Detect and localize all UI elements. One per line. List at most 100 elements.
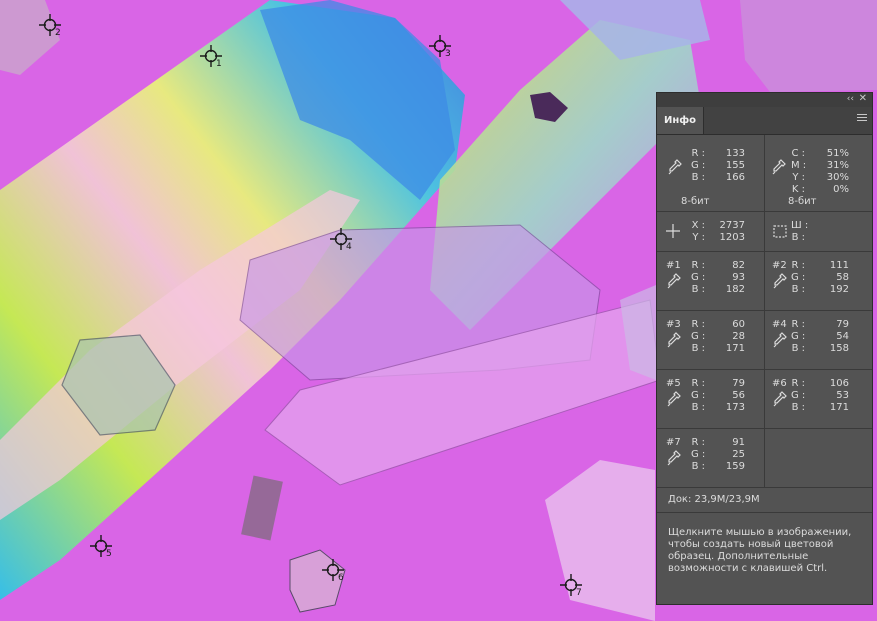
eyedropper-icon[interactable]: [772, 159, 786, 175]
value-b: 173: [725, 402, 745, 413]
info-hint: Щелкните мышью в изображении, чтобы созд…: [668, 527, 852, 574]
rgb-readout: R : 133 G : 155 B : 166 8-бит: [657, 135, 764, 211]
label-b: B :: [791, 402, 805, 413]
sampler-6-readout: #6 R : 106 G : 53 B : 171: [765, 370, 872, 428]
sampler-3-readout: #3 R : 60 G : 28 B : 171: [657, 311, 764, 369]
sampler-marker-label: 6: [338, 573, 344, 583]
label-r: R :: [691, 378, 706, 389]
eyedropper-icon[interactable]: [773, 273, 787, 289]
color-readout-section: R : 133 G : 155 B : 166 8-бит C : 51% M : 31%…: [657, 135, 872, 212]
sampler-marker-label: 2: [55, 28, 61, 38]
eyedropper-icon[interactable]: [668, 159, 682, 175]
label-g: G :: [791, 331, 806, 342]
crosshair-icon: [666, 224, 680, 238]
value-c: 51%: [826, 148, 849, 159]
sampler-marker-label: 3: [445, 49, 451, 59]
eyedropper-icon[interactable]: [773, 332, 787, 348]
position-readout: X : 2737 Y : 1203: [657, 212, 764, 251]
eyedropper-icon[interactable]: [667, 450, 681, 466]
value-b: 158: [829, 343, 849, 354]
sampler-4-readout: #4 R : 79 G : 54 B : 158: [765, 311, 872, 369]
panel-title-bar: ‹‹ ✕: [657, 93, 872, 107]
value-g: 58: [836, 272, 849, 283]
sampler-number: #4: [772, 319, 787, 330]
panel-menu-icon[interactable]: [857, 114, 867, 124]
value-b: 171: [829, 402, 849, 413]
sampler-number: #3: [666, 319, 681, 330]
eyedropper-icon[interactable]: [667, 332, 681, 348]
label-r: R :: [691, 260, 706, 271]
label-r: R :: [691, 437, 706, 448]
sampler-7-readout: #7 R : 91 G : 25 B : 159: [657, 429, 764, 487]
label-b: B :: [691, 172, 705, 183]
sampler-number: #7: [666, 437, 681, 448]
panel-tab-bar: Инфо: [657, 107, 872, 135]
label-k: K :: [791, 184, 805, 195]
label-b: B :: [691, 461, 705, 472]
value-b: 171: [725, 343, 745, 354]
cmyk-readout: C : 51% M : 31% Y : 30% K : 0% 8-бит: [765, 135, 872, 211]
label-b: B :: [691, 402, 705, 413]
sampler-empty-slot: [765, 429, 872, 487]
label-r: R :: [691, 148, 706, 159]
sampler-number: #6: [772, 378, 787, 389]
close-panel-icon[interactable]: ✕: [859, 93, 867, 104]
tab-info[interactable]: Инфо: [657, 107, 704, 134]
label-h: В :: [791, 232, 805, 243]
label-g: G :: [791, 390, 806, 401]
value-g: 54: [836, 331, 849, 342]
sampler-marker-label: 5: [106, 549, 112, 559]
sampler-5-readout: #5 R : 79 G : 56 B : 173: [657, 370, 764, 428]
value-g: 155: [725, 160, 745, 171]
label-g: G :: [791, 272, 806, 283]
label-g: G :: [691, 160, 706, 171]
value-x: 2737: [719, 220, 745, 231]
position-readout-section: X : 2737 Y : 1203 Ш : В :: [657, 212, 872, 252]
label-g: G :: [691, 449, 706, 460]
crystal-right-edge: [740, 0, 877, 92]
value-g: 28: [732, 331, 745, 342]
value-m: 31%: [826, 160, 849, 171]
label-c: C :: [791, 148, 805, 159]
value-y: 30%: [826, 172, 849, 183]
sampler-row: #1 R : 82 G : 93 B : 182 #2 R : 111 G : 58 B : 192: [657, 252, 872, 311]
size-readout: Ш : В :: [765, 212, 872, 251]
sampler-2-readout: #2 R : 111 G : 58 B : 192: [765, 252, 872, 310]
sampler-number: #1: [666, 260, 681, 271]
sampler-row: #3 R : 60 G : 28 B : 171 #4 R : 79 G : 54 B : 158: [657, 311, 872, 370]
info-panel: ‹‹ ✕ Инфо R : 133 G : 155 B : 166 8-бит C :…: [656, 92, 873, 605]
label-b: B :: [791, 343, 805, 354]
value-r: 111: [829, 260, 849, 271]
value-r: 79: [732, 378, 745, 389]
doc-size: Док: 23,9M/23,9M: [668, 494, 760, 505]
label-g: G :: [691, 390, 706, 401]
sampler-1-readout: #1 R : 82 G : 93 B : 182: [657, 252, 764, 310]
sampler-marker-label: 4: [346, 242, 352, 252]
eyedropper-icon[interactable]: [667, 391, 681, 407]
value-y-pos: 1203: [719, 232, 745, 243]
sampler-marker-label: 7: [576, 588, 582, 598]
label-r: R :: [791, 260, 806, 271]
label-g: G :: [691, 331, 706, 342]
value-g: 93: [732, 272, 745, 283]
selection-size-icon: [773, 225, 787, 238]
doc-size-section: Док: 23,9M/23,9M: [657, 488, 872, 513]
label-m: M :: [791, 160, 807, 171]
label-r: R :: [691, 319, 706, 330]
value-r: 82: [732, 260, 745, 271]
sampler-number: #2: [772, 260, 787, 271]
collapse-panel-icon[interactable]: ‹‹: [847, 94, 854, 104]
sampler-marker-label: 1: [216, 59, 222, 69]
label-b: B :: [691, 343, 705, 354]
label-r: R :: [791, 378, 806, 389]
label-y: Y :: [792, 172, 805, 183]
value-r: 133: [725, 148, 745, 159]
value-g: 25: [732, 449, 745, 460]
eyedropper-icon[interactable]: [667, 273, 681, 289]
value-b: 166: [725, 172, 745, 183]
eyedropper-icon[interactable]: [773, 391, 787, 407]
label-x: X :: [691, 220, 705, 231]
value-r: 79: [836, 319, 849, 330]
value-b: 192: [829, 284, 849, 295]
value-g: 56: [732, 390, 745, 401]
